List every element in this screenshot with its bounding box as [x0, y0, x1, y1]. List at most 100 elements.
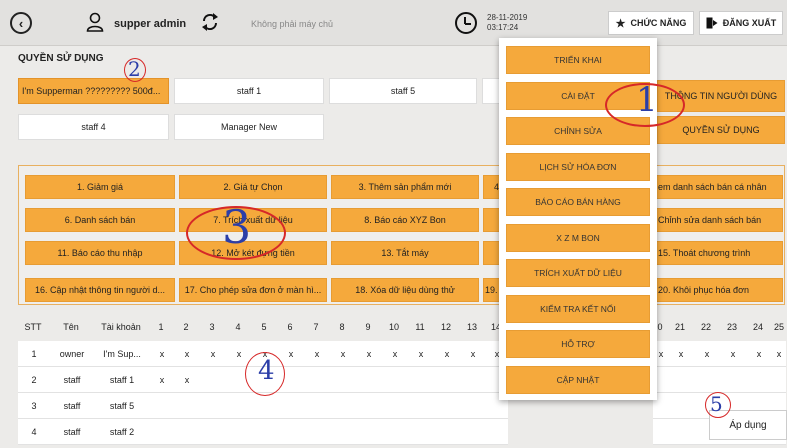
- permission-cell[interactable]: [200, 419, 226, 445]
- permission-item[interactable]: 18. Xóa dữ liệu dùng thử: [331, 278, 479, 302]
- permission-cell[interactable]: [174, 393, 200, 419]
- permission-cell[interactable]: [252, 393, 278, 419]
- permission-cell[interactable]: [408, 393, 434, 419]
- table-cell: staff: [50, 393, 94, 419]
- table-header-cell: 24: [746, 314, 770, 340]
- permission-cell[interactable]: x: [746, 341, 772, 367]
- permission-cell[interactable]: [668, 419, 694, 445]
- staff-button[interactable]: I'm Supperman ????????? 500đ...: [18, 78, 169, 104]
- menu-item[interactable]: CẬP NHẬT: [506, 366, 650, 394]
- permission-cell[interactable]: [149, 419, 175, 445]
- permission-cell[interactable]: [434, 393, 460, 419]
- permission-cell[interactable]: [460, 393, 486, 419]
- permission-cell[interactable]: [746, 367, 772, 393]
- permission-cell[interactable]: [304, 393, 330, 419]
- permission-cell[interactable]: x: [382, 341, 408, 367]
- permission-cell[interactable]: [226, 393, 252, 419]
- table-header-cell: 3: [200, 314, 224, 340]
- permission-cell[interactable]: x: [330, 341, 356, 367]
- staff-button[interactable]: staff 4: [18, 114, 169, 140]
- sync-icon[interactable]: [200, 12, 220, 32]
- menu-item[interactable]: HỖ TRỢ: [506, 330, 650, 358]
- permissions-button[interactable]: QUYỀN SỬ DỤNG: [657, 116, 785, 144]
- permission-cell[interactable]: [200, 393, 226, 419]
- permission-item[interactable]: em danh sách bán cá nhân: [655, 175, 783, 199]
- permission-cell[interactable]: x: [149, 367, 175, 393]
- permission-cell[interactable]: x: [408, 341, 434, 367]
- permission-cell[interactable]: [330, 367, 356, 393]
- annotation-number: 1: [636, 80, 658, 120]
- permission-cell[interactable]: x: [772, 341, 786, 367]
- permission-cell[interactable]: [356, 393, 382, 419]
- permission-cell[interactable]: [356, 367, 382, 393]
- permission-cell[interactable]: [720, 367, 746, 393]
- permission-cell[interactable]: [668, 367, 694, 393]
- menu-item[interactable]: TRÍCH XUẤT DỮ LIỆU: [506, 259, 650, 287]
- permission-cell[interactable]: [304, 419, 330, 445]
- menu-item[interactable]: KIỂM TRA KẾT NỐI: [506, 295, 650, 323]
- permission-cell[interactable]: [434, 419, 460, 445]
- permission-item[interactable]: 1. Giảm giá: [25, 175, 175, 199]
- permission-item[interactable]: 13. Tắt máy: [331, 241, 479, 265]
- permission-item[interactable]: 15. Thoát chương trình: [655, 241, 783, 265]
- permission-item[interactable]: 20. Khôi phục hóa đơn: [655, 278, 783, 302]
- permission-cell[interactable]: [668, 393, 694, 419]
- staff-button[interactable]: staff 5: [329, 78, 477, 104]
- permission-cell[interactable]: x: [668, 341, 694, 367]
- permission-cell[interactable]: [226, 419, 252, 445]
- permission-cell[interactable]: x: [200, 341, 226, 367]
- menu-item[interactable]: LỊCH SỬ HÓA ĐƠN: [506, 153, 650, 181]
- staff-button[interactable]: staff 1: [174, 78, 324, 104]
- permission-cell[interactable]: [408, 367, 434, 393]
- menu-item[interactable]: X Z M BON: [506, 224, 650, 252]
- permission-cell[interactable]: x: [356, 341, 382, 367]
- staff-button[interactable]: Manager New: [174, 114, 324, 140]
- permission-cell[interactable]: [694, 367, 720, 393]
- table-header-cell: 25: [772, 314, 786, 340]
- permission-cell[interactable]: x: [149, 341, 175, 367]
- permission-cell[interactable]: [382, 393, 408, 419]
- permission-cell[interactable]: [434, 367, 460, 393]
- permission-cell[interactable]: [304, 367, 330, 393]
- permission-cell[interactable]: x: [434, 341, 460, 367]
- permission-cell[interactable]: [278, 393, 304, 419]
- permission-cell[interactable]: x: [174, 341, 200, 367]
- permission-cell[interactable]: [653, 419, 669, 445]
- permission-cell[interactable]: x: [174, 367, 200, 393]
- permission-cell[interactable]: [486, 419, 508, 445]
- permission-item[interactable]: 17. Cho phép sửa đơn ở màn hì...: [179, 278, 327, 302]
- back-arrow-icon[interactable]: ‹: [10, 12, 32, 34]
- permission-cell[interactable]: [460, 419, 486, 445]
- permission-cell[interactable]: [356, 419, 382, 445]
- permission-cell[interactable]: [330, 419, 356, 445]
- permission-item[interactable]: 8. Báo cáo XYZ Bon: [331, 208, 479, 232]
- table-cell: staff 5: [94, 393, 150, 419]
- permission-cell[interactable]: [460, 367, 486, 393]
- menu-item[interactable]: TRIỂN KHAI: [506, 46, 650, 74]
- permission-cell[interactable]: x: [304, 341, 330, 367]
- permission-cell[interactable]: [408, 419, 434, 445]
- permission-cell[interactable]: x: [720, 341, 746, 367]
- permission-cell[interactable]: [382, 419, 408, 445]
- permission-item[interactable]: 3. Thêm sản phẩm mới: [331, 175, 479, 199]
- menu-item[interactable]: BÁO CÁO BÁN HÀNG: [506, 188, 650, 216]
- table-header-cell: 7: [304, 314, 328, 340]
- permission-item[interactable]: Chỉnh sửa danh sách bán: [655, 208, 783, 232]
- permission-item[interactable]: 2. Giá tự Chọn: [179, 175, 327, 199]
- logout-button[interactable]: ĐĂNG XUẤT: [699, 11, 783, 35]
- permission-item[interactable]: 11. Báo cáo thu nhập: [25, 241, 175, 265]
- permission-item[interactable]: 6. Danh sách bán: [25, 208, 175, 232]
- permission-cell[interactable]: [149, 393, 175, 419]
- permission-cell[interactable]: [382, 367, 408, 393]
- permission-cell[interactable]: [200, 367, 226, 393]
- function-button[interactable]: ★ CHỨC NĂNG: [608, 11, 694, 35]
- date: 28-11-2019: [487, 13, 528, 22]
- permission-cell[interactable]: [772, 367, 786, 393]
- permission-cell[interactable]: x: [460, 341, 486, 367]
- permission-cell[interactable]: [278, 419, 304, 445]
- permission-cell[interactable]: [330, 393, 356, 419]
- permission-cell[interactable]: [174, 419, 200, 445]
- permission-cell[interactable]: x: [694, 341, 720, 367]
- permission-cell[interactable]: [252, 419, 278, 445]
- permission-item[interactable]: 16. Cập nhật thông tin người d...: [25, 278, 175, 302]
